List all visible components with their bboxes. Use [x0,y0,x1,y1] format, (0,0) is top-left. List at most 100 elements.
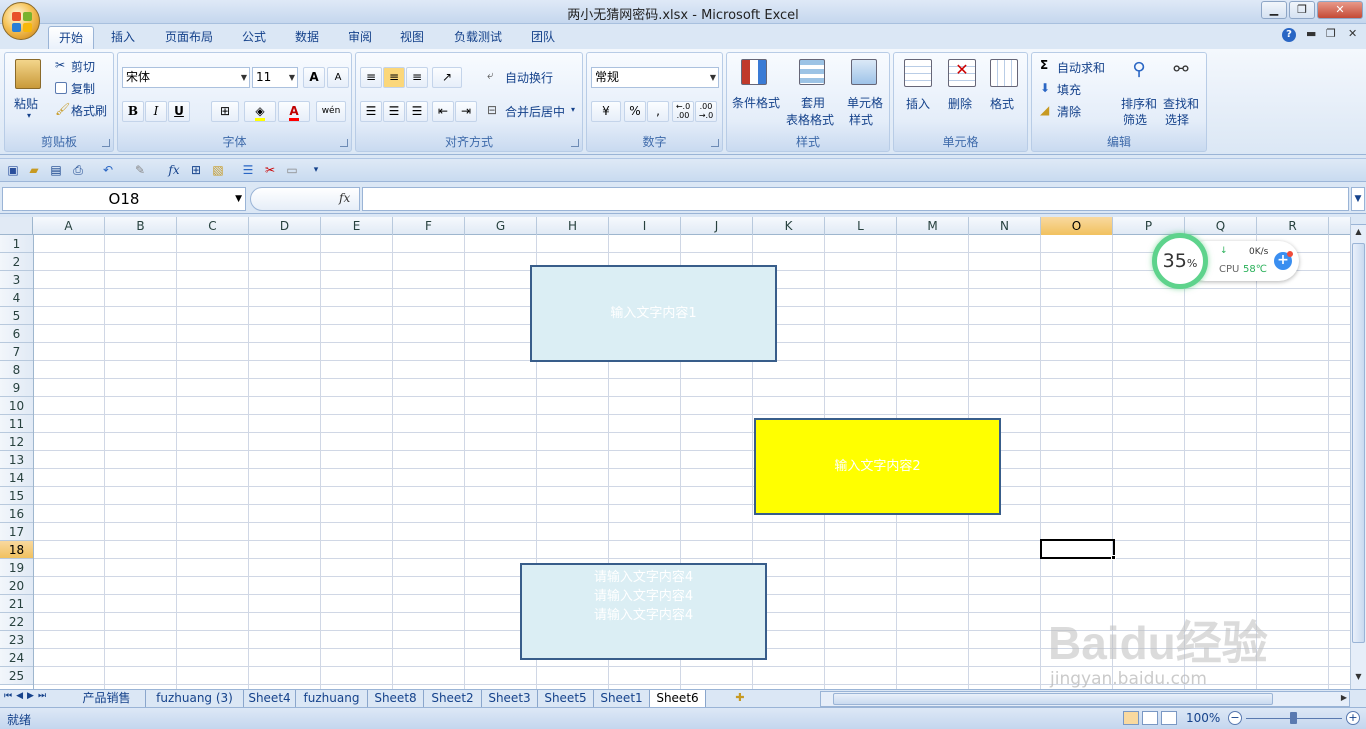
cell-styles-button-1[interactable]: 单元格 [847,94,883,111]
align-bottom-button[interactable]: ≡ [406,67,428,88]
delete-cells-button[interactable]: 删除 [948,95,972,112]
sheet-tab[interactable]: Sheet8 [368,690,424,707]
scroll-thumb[interactable] [1352,243,1365,643]
scroll-up-icon[interactable]: ▲ [1352,227,1365,241]
row-header[interactable]: 19 [0,559,33,577]
formula-input[interactable] [362,187,1349,211]
align-middle-button[interactable]: ≡ [383,67,405,88]
row-header[interactable]: 5 [0,307,33,325]
fill-handle[interactable] [1111,555,1116,560]
sheet-tab[interactable]: 产品销售 [68,690,146,707]
print-preview-icon[interactable]: ▤ [48,163,64,178]
text-box-2[interactable]: 输入文字内容2 [754,418,1001,515]
number-dialog-launcher[interactable] [711,139,719,147]
open-icon[interactable]: ▰ [26,163,42,178]
find-select-button-1[interactable]: 查找和 [1163,95,1199,112]
tab-team[interactable]: 团队 [521,26,565,49]
text-box-1[interactable]: 输入文字内容1 [530,265,777,362]
paste-button[interactable]: 粘贴 [14,95,38,112]
sheet-nav-arrows-icon[interactable]: ⏮◀▶⏭ [4,691,50,701]
undo-icon[interactable]: ↶ [100,163,116,178]
column-header[interactable]: M [897,217,969,235]
column-header[interactable]: B [105,217,177,235]
help-icon[interactable]: ? [1282,28,1296,42]
column-header[interactable]: I [609,217,681,235]
format-cells-button[interactable]: 格式 [990,95,1014,112]
row-header[interactable]: 15 [0,487,33,505]
row-header[interactable]: 1 [0,235,33,253]
orientation-button[interactable]: ↗ [432,67,462,88]
page-layout-view-icon[interactable] [1142,711,1158,725]
text-box-4[interactable]: 请输入文字内容4 请输入文字内容4 请输入文字内容4 [520,563,767,660]
ribbon-minimize-icon[interactable]: ▬ [1306,27,1316,40]
row-header[interactable]: 12 [0,433,33,451]
cell-styles-button-2[interactable]: 样式 [849,111,873,128]
vertical-scrollbar[interactable]: ▲ ▼ [1350,217,1366,689]
restore-button[interactable]: ❐ [1289,1,1315,19]
paste-icon[interactable] [15,59,41,89]
cpu-widget[interactable]: 35% ↓ 0K/s CPU 58℃ + [1150,233,1300,289]
zoom-level[interactable]: 100% [1186,711,1220,725]
horizontal-scrollbar[interactable]: ▶ [820,691,1350,707]
rows-icon[interactable]: ☰ [240,163,256,178]
sheet-tab[interactable]: fuzhuang [296,690,368,707]
page-break-view-icon[interactable] [1161,711,1177,725]
font-size-select[interactable]: 11 ▼ [252,67,298,88]
format-table-button-2[interactable]: 表格格式 [786,111,834,128]
copy-button[interactable]: 复制 [71,80,95,97]
sheet-tab[interactable]: Sheet3 [482,690,538,707]
column-header[interactable]: H [537,217,609,235]
row-header[interactable]: 6 [0,325,33,343]
delete-rows-icon[interactable]: ✂ [262,163,278,178]
row-header[interactable]: 14 [0,469,33,487]
bold-button[interactable]: B [122,101,144,122]
font-dialog-launcher[interactable] [340,139,348,147]
split-box[interactable] [1351,217,1366,225]
alignment-dialog-launcher[interactable] [571,139,579,147]
tab-load-test[interactable]: 负载测试 [444,26,512,49]
row-header[interactable]: 3 [0,271,33,289]
zoom-slider-thumb[interactable] [1290,712,1297,724]
row-header[interactable]: 16 [0,505,33,523]
row-header[interactable]: 9 [0,379,33,397]
format-painter-button[interactable]: 格式刷 [71,102,107,119]
row-header[interactable]: 21 [0,595,33,613]
decrease-decimal-button[interactable]: .00 →.0 [695,101,717,122]
font-color-button[interactable]: A [278,101,310,122]
zoom-in-icon[interactable]: + [1346,711,1360,725]
select-all-button[interactable] [0,217,33,235]
h-scroll-thumb[interactable] [833,693,1273,705]
fx-button[interactable]: fx [339,191,350,205]
borders-button[interactable]: ⊞ [211,101,239,122]
ribbon-restore-icon[interactable]: ❐ [1326,27,1336,40]
currency-button[interactable]: ¥ [591,101,621,122]
row-header[interactable]: 7 [0,343,33,361]
cut-button[interactable]: 剪切 [71,58,95,75]
font-name-select[interactable]: 宋体 ▼ [122,67,250,88]
clipboard-dialog-launcher[interactable] [102,139,110,147]
row-header[interactable]: 13 [0,451,33,469]
autosum-button[interactable]: 自动求和 [1057,59,1105,76]
redo-icon[interactable]: ✎ [132,163,148,178]
row-header[interactable]: 24 [0,649,33,667]
conditional-format-button[interactable]: 条件格式 [732,94,780,111]
column-header[interactable]: G [465,217,537,235]
zoom-out-icon[interactable]: − [1228,711,1242,725]
shrink-font-button[interactable]: A [327,67,349,88]
active-cell-O18[interactable] [1040,539,1115,559]
row-header[interactable]: 8 [0,361,33,379]
row-header[interactable]: 18 [0,541,33,559]
column-header[interactable]: D [249,217,321,235]
column-header[interactable]: N [969,217,1041,235]
sheet-tab[interactable]: Sheet4 [244,690,296,707]
sheet-tab[interactable]: fuzhuang (3) [146,690,244,707]
row-header[interactable]: 25 [0,667,33,685]
insert-sheet-icon[interactable]: ✚ [730,691,750,706]
sort-filter-button-2[interactable]: 筛选 [1123,111,1147,128]
scroll-down-icon[interactable]: ▼ [1352,672,1365,686]
minimize-button[interactable]: ▁ [1261,1,1287,19]
row-header[interactable]: 17 [0,523,33,541]
scroll-right-icon[interactable]: ▶ [1341,693,1347,702]
column-header[interactable]: J [681,217,753,235]
office-button[interactable] [2,2,40,40]
